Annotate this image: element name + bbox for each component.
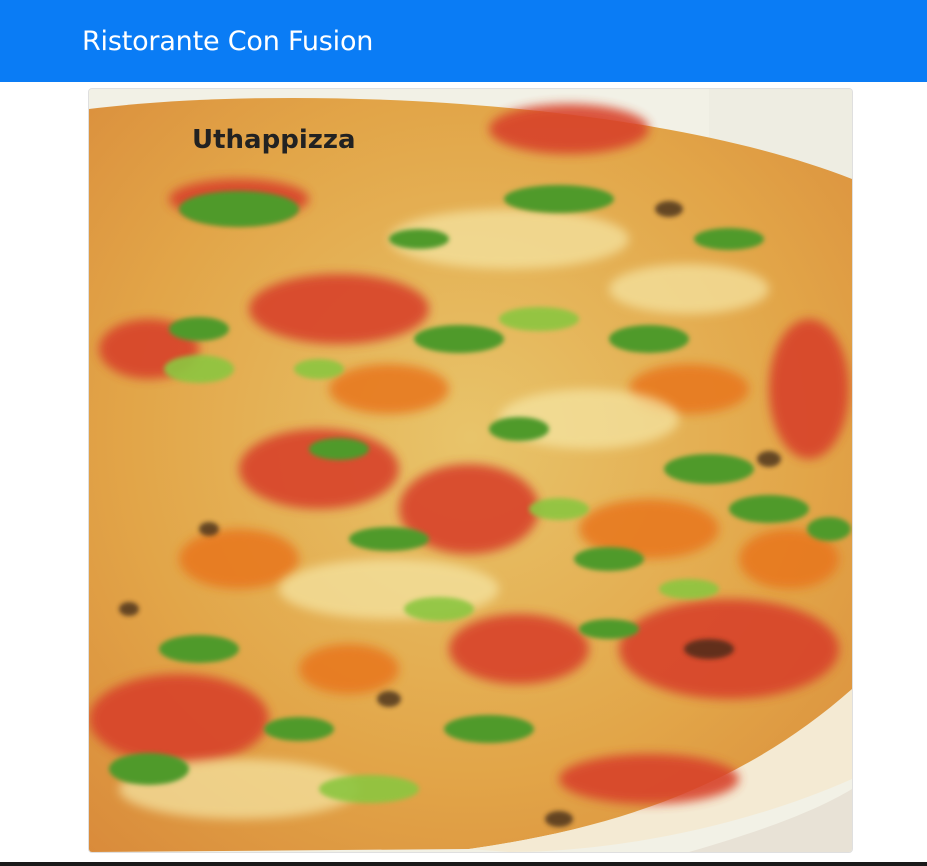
navbar-brand[interactable]: Ristorante Con Fusion — [82, 22, 373, 62]
navbar: Ristorante Con Fusion — [0, 0, 927, 82]
dish-image — [89, 89, 852, 852]
dish-title: Uthappizza — [192, 125, 356, 155]
dish-card[interactable]: Uthappizza — [88, 88, 853, 853]
bottom-edge — [0, 862, 927, 866]
